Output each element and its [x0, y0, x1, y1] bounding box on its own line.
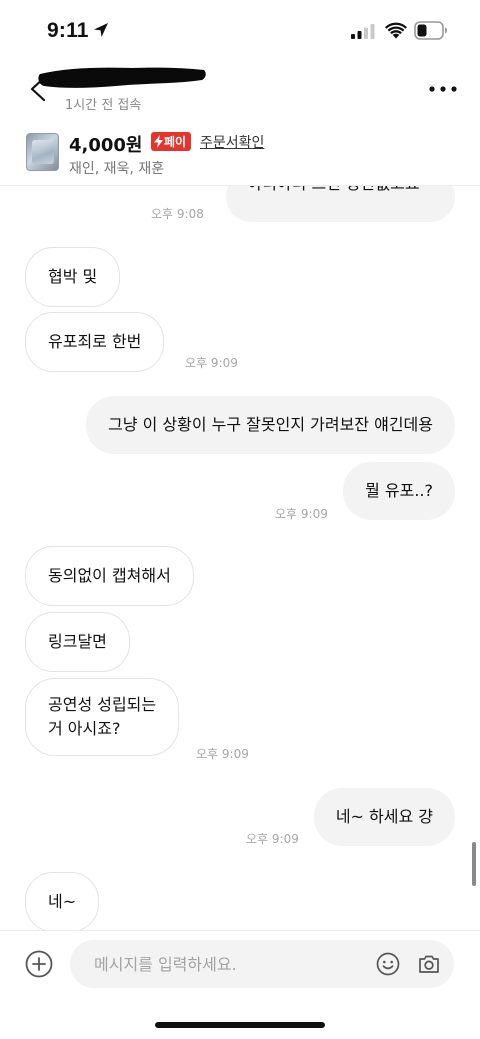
scrollbar[interactable] [472, 842, 476, 886]
status-time: 9:11 [47, 19, 89, 42]
add-circle-icon[interactable] [25, 950, 53, 978]
message-bubble-incoming: 협박 및 [25, 247, 121, 307]
more-dots-icon[interactable] [428, 84, 458, 94]
camera-icon[interactable] [417, 952, 441, 976]
product-subtitle: 재인, 재욱, 재훈 [69, 161, 165, 177]
message-bubble-incoming: 링크달면 [25, 612, 130, 672]
status-bar: 9:11 [0, 0, 480, 62]
message-input-bar [0, 930, 480, 996]
battery-icon [414, 21, 447, 40]
message-timestamp: 오후 9:09 [275, 507, 328, 521]
home-indicator[interactable] [155, 1022, 325, 1028]
message-bubble-outgoing: 아니아니 그건 상관없고요~ [225, 186, 455, 222]
message-bubble-outgoing: 그냥 이 상황이 누구 잘못인지 가려보잔 얘긴데용 [86, 396, 455, 454]
cellular-signal-icon [351, 24, 375, 39]
lightning-bolt-icon [154, 135, 163, 148]
message-bubble-outgoing: 뭘 유포..? [343, 462, 455, 520]
message-bubble-incoming: 유포죄로 한번 [25, 312, 165, 372]
pay-badge-label: 페이 [164, 135, 187, 149]
pay-badge: 페이 [151, 132, 192, 151]
message-bubble-incoming: 동의없이 캡쳐해서 [25, 546, 194, 606]
product-thumbnail[interactable] [26, 133, 59, 171]
message-timestamp: 오후 9:08 [151, 207, 204, 221]
order-confirm-link[interactable]: 주문서확인 [200, 132, 264, 152]
emoji-icon[interactable] [376, 952, 400, 976]
message-timestamp: 오후 9:09 [246, 832, 299, 846]
wifi-icon [385, 22, 407, 39]
message-bubble-incoming: 네~ [25, 872, 100, 930]
message-bubble-incoming: 공연성 성립되는 거 아시죠? [25, 678, 180, 756]
message-timestamp: 오후 9:09 [196, 747, 249, 761]
chat-header: 1시간 전 접속 [0, 62, 480, 114]
last-seen-status: 1시간 전 접속 [65, 98, 142, 113]
message-bubble-outgoing: 네~ 하세요 걍 [313, 788, 455, 846]
location-arrow-icon [94, 23, 108, 37]
product-info-bar[interactable]: 4,000원 페이 주문서확인 재인, 재욱, 재훈 [0, 118, 480, 186]
chat-message-list[interactable]: 아니아니 그건 상관없고요~ 오후 9:08 협박 및 유포죄로 한번 오후 9… [0, 186, 480, 930]
message-timestamp: 오후 9:09 [185, 356, 238, 370]
redacted-username [38, 67, 206, 88]
product-price: 4,000원 [69, 135, 143, 156]
